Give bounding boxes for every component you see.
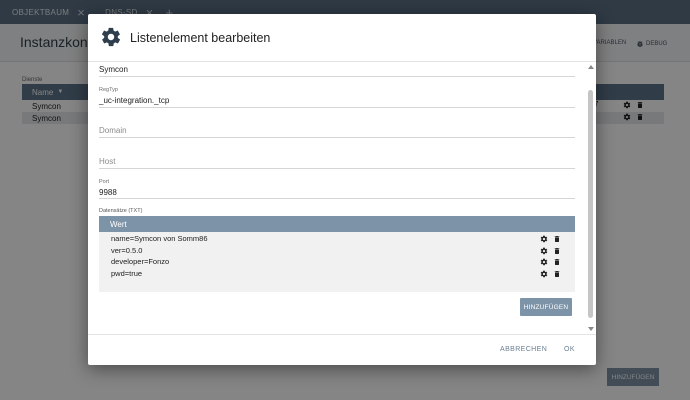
ok-button[interactable]: OK [564,346,575,353]
port-field[interactable]: Port 9988 [99,177,575,199]
column-value-header: Wert [110,219,127,229]
txt-records-label: Datensätze (TXT) [99,208,143,214]
port-label: Port [99,179,110,185]
add-txt-record-button[interactable]: HINZUFÜGEN [520,298,572,316]
gear-icon[interactable] [540,270,548,278]
name-value: Symcon [99,65,128,74]
dialog-title: Listenelement bearbeiten [130,31,271,45]
txt-value: developer=Fonzo [111,257,170,267]
gear-icon[interactable] [540,247,548,255]
scroll-down-icon[interactable] [588,327,594,331]
regtype-field[interactable]: RegTyp _uc-integration._tcp [99,86,575,108]
regtype-label: RegTyp [99,87,118,93]
trash-icon[interactable] [553,258,561,266]
txt-value: pwd=true [111,268,143,278]
txt-value: name=Symcon von Somm86 [111,234,208,244]
edit-list-item-dialog: Listenelement bearbeiten Symcon RegTyp _… [88,14,596,365]
table-row[interactable]: ver=0.5.0 [99,245,575,257]
regtype-value: _uc-integration._tcp [99,96,170,105]
gear-icon [101,27,121,47]
table-row[interactable]: name=Symcon von Somm86 [99,233,575,245]
host-placeholder: Host [99,157,116,166]
name-field[interactable]: Symcon [99,63,575,77]
txt-value: ver=0.5.0 [111,245,143,255]
txt-column-header[interactable]: Wert [99,216,575,232]
domain-field[interactable]: Domain [99,123,575,138]
table-row[interactable]: developer=Fonzo [99,256,575,268]
trash-icon[interactable] [553,247,561,255]
port-value: 9988 [99,188,117,197]
trash-icon[interactable] [553,270,561,278]
gear-icon[interactable] [540,258,548,266]
table-row[interactable]: pwd=true [99,268,575,280]
dialog-scrollbar[interactable] [587,63,595,333]
trash-icon[interactable] [553,235,561,243]
scrollbar-thumb[interactable] [588,90,593,318]
cancel-button[interactable]: ABBRECHEN [500,346,547,353]
scroll-up-icon[interactable] [588,65,594,69]
txt-records-table: Wert name=Symcon von Somm86 ver=0.5.0 de… [99,216,575,292]
dialog-header: Listenelement bearbeiten [88,14,596,62]
dialog-footer: ABBRECHEN OK [88,334,596,365]
domain-placeholder: Domain [99,126,127,135]
dialog-body: Symcon RegTyp _uc-integration._tcp Domai… [88,63,588,333]
gear-icon[interactable] [540,235,548,243]
host-field[interactable]: Host [99,153,575,169]
